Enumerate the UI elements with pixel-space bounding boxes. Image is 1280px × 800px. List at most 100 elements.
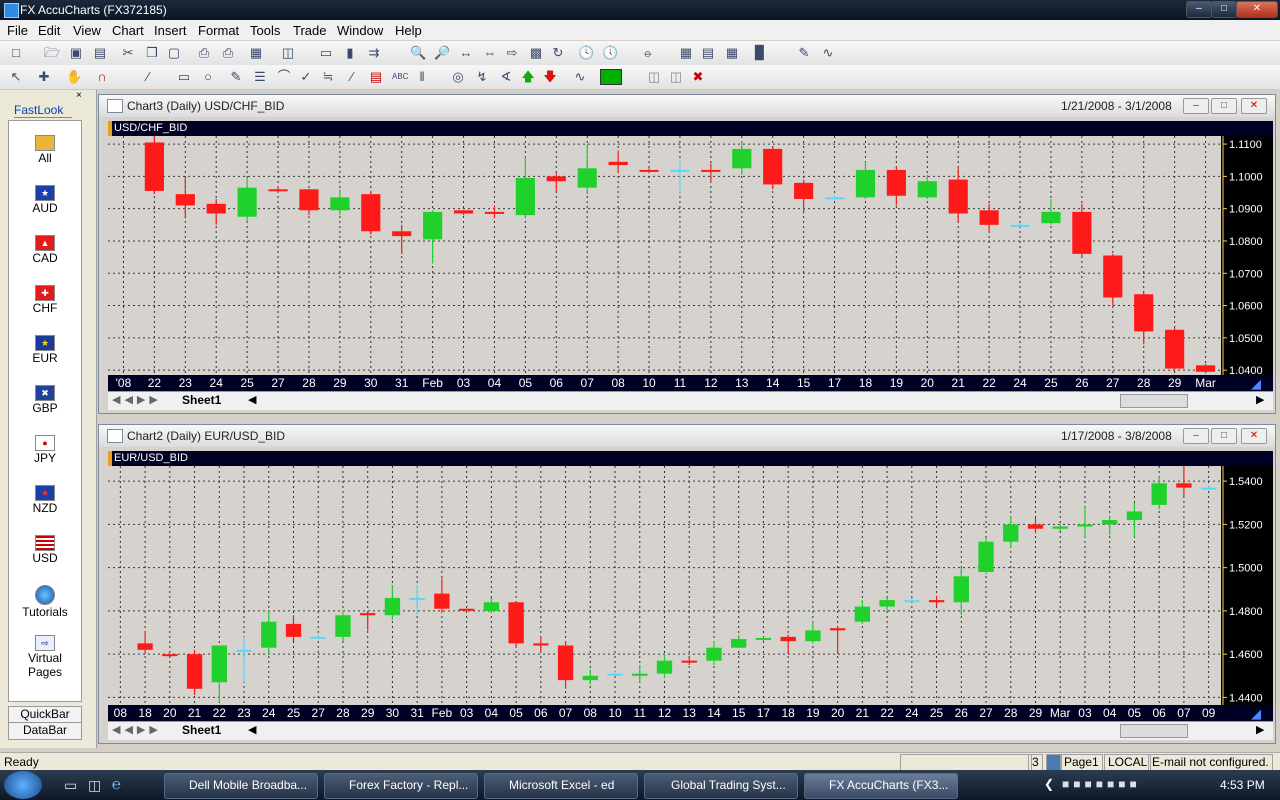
- show-desktop-icon[interactable]: ▭: [64, 777, 77, 794]
- chart-restore-button[interactable]: □: [1211, 98, 1237, 114]
- fastlook-item-tutorials[interactable]: Tutorials: [9, 585, 81, 619]
- export-icon[interactable]: ⇉: [366, 45, 382, 61]
- task-dell-broadband[interactable]: Dell Mobile Broadba...: [164, 773, 318, 799]
- fibonacci-icon[interactable]: ☰: [252, 69, 268, 85]
- grid-icon[interactable]: ▦: [678, 45, 694, 61]
- zoom-in-icon[interactable]: 🔍: [410, 45, 426, 61]
- timeframe-icon[interactable]: 🕔: [602, 45, 618, 61]
- task-excel[interactable]: Microsoft Excel - ed: [484, 773, 638, 799]
- pen-icon[interactable]: ✎: [228, 69, 244, 85]
- levels-icon[interactable]: ▤: [368, 69, 384, 85]
- fastlook-item-eur[interactable]: ★ EUR: [9, 335, 81, 365]
- price-chart-usdchf[interactable]: 1.1100 1.1000 1.0900 1.0800 1.0700 1.0600 1.05…: [108, 136, 1273, 375]
- ellipse-icon[interactable]: ○: [200, 69, 216, 85]
- hscroll-left-icon[interactable]: ◀: [248, 723, 256, 736]
- alert-icon[interactable]: ✎: [796, 45, 812, 61]
- clock-icon[interactable]: 🕓: [578, 45, 594, 61]
- new-window-icon[interactable]: ▭: [318, 45, 334, 61]
- menu-tools[interactable]: Tools: [250, 23, 280, 38]
- expand-icon[interactable]: ⇔: [482, 45, 498, 61]
- save-all-icon[interactable]: ▤: [92, 45, 108, 61]
- line-tool-icon[interactable]: ∕: [140, 69, 156, 85]
- up-arrow-icon[interactable]: 🡅: [520, 69, 536, 85]
- hscroll-left-icon[interactable]: ◀: [248, 393, 256, 406]
- fastlook-item-gbp[interactable]: ✖ GBP: [9, 385, 81, 415]
- fastlook-item-usd[interactable]: USD: [9, 535, 81, 565]
- chart-close-button[interactable]: ✕: [1241, 98, 1267, 114]
- hscroll-thumb[interactable]: [1120, 394, 1188, 408]
- fan-icon[interactable]: ✓: [298, 69, 314, 85]
- minimize-button[interactable]: –: [1186, 1, 1212, 18]
- open-folder-icon[interactable]: 🗁: [44, 45, 60, 61]
- print-preview-icon[interactable]: ⎙: [220, 45, 236, 61]
- copy-icon[interactable]: ❐: [144, 45, 160, 61]
- bring-front-icon[interactable]: ◫: [646, 69, 662, 85]
- close-window-icon[interactable]: ▮: [342, 45, 358, 61]
- sheet-nav-arrows-icon[interactable]: ◀◀▶▶: [112, 393, 162, 406]
- save-icon[interactable]: ▣: [68, 45, 84, 61]
- fastlook-item-chf[interactable]: ✚ CHF: [9, 285, 81, 315]
- tray-expand-icon[interactable]: ❮: [1044, 777, 1054, 791]
- delete-drawings-icon[interactable]: ✖: [690, 69, 706, 85]
- table-icon[interactable]: ▤: [700, 45, 716, 61]
- close-button[interactable]: ✕: [1236, 1, 1278, 18]
- task-forex-factory[interactable]: Forex Factory - Repl...: [324, 773, 478, 799]
- panel-close-icon[interactable]: ×: [76, 90, 82, 101]
- fit-width-icon[interactable]: ↔: [458, 45, 474, 61]
- sheet-tab[interactable]: Sheet1: [182, 393, 221, 407]
- menu-format[interactable]: Format: [198, 23, 239, 38]
- crosshair-icon[interactable]: ✚: [36, 69, 52, 85]
- new-file-icon[interactable]: □: [8, 45, 24, 61]
- task-fx-accucharts[interactable]: FX AccuCharts (FX3...: [804, 773, 958, 799]
- cut-icon[interactable]: ✂: [120, 45, 136, 61]
- hand-icon[interactable]: ✋: [66, 69, 82, 85]
- menu-chart[interactable]: Chart: [112, 23, 144, 38]
- measure-icon[interactable]: ∢: [498, 69, 514, 85]
- parallel-lines-icon[interactable]: ∕: [344, 69, 360, 85]
- cycle-icon[interactable]: ↯: [474, 69, 490, 85]
- hscroll-right-icon[interactable]: ▶: [1256, 723, 1264, 736]
- sheet-nav-arrows-icon[interactable]: ◀◀▶▶: [112, 723, 162, 736]
- chart-close-button[interactable]: ✕: [1241, 428, 1267, 444]
- fastlook-item-aud[interactable]: ★ AUD: [9, 185, 81, 215]
- chart-restore-button[interactable]: □: [1211, 428, 1237, 444]
- menu-help[interactable]: Help: [395, 23, 422, 38]
- menu-view[interactable]: View: [73, 23, 101, 38]
- menu-edit[interactable]: Edit: [38, 23, 60, 38]
- hscroll-right-icon[interactable]: ▶: [1256, 393, 1264, 406]
- magnet-icon[interactable]: ∩: [94, 69, 110, 85]
- indicator-icon[interactable]: ∿: [572, 69, 588, 85]
- chart-minimize-button[interactable]: –: [1183, 98, 1209, 114]
- menu-insert[interactable]: Insert: [154, 23, 187, 38]
- fastlook-item-all[interactable]: All: [9, 135, 81, 165]
- fastlook-item-virtual-pages[interactable]: ⇨ Virtual Pages: [9, 635, 81, 679]
- fastlook-tab[interactable]: FastLook: [14, 103, 72, 118]
- databar-tab[interactable]: DataBar: [8, 722, 82, 740]
- ie-launch-icon[interactable]: ℮: [112, 776, 121, 793]
- fastlook-item-nzd[interactable]: ★ NZD: [9, 485, 81, 515]
- fastlook-item-jpy[interactable]: ● JPY: [9, 435, 81, 465]
- spreadsheet-icon[interactable]: ▦: [724, 45, 740, 61]
- menu-file[interactable]: File: [7, 23, 28, 38]
- start-button[interactable]: [4, 771, 42, 799]
- vertical-lines-icon[interactable]: ‖: [414, 69, 430, 85]
- system-tray-icons[interactable]: ■■■■■■■: [1062, 777, 1141, 791]
- rectangle-icon[interactable]: ▭: [176, 69, 192, 85]
- hscroll-thumb[interactable]: [1120, 724, 1188, 738]
- bar-type-icon[interactable]: ▉: [752, 45, 768, 61]
- task-global-trading[interactable]: Global Trading Syst...: [644, 773, 798, 799]
- properties-icon[interactable]: ▦: [248, 45, 264, 61]
- arc-icon[interactable]: ⌒: [276, 69, 292, 85]
- pointer-icon[interactable]: ↖: [8, 69, 24, 85]
- refresh-icon[interactable]: ↻: [550, 45, 566, 61]
- print-icon[interactable]: ⎙: [196, 45, 212, 61]
- text-tool-icon[interactable]: ABC: [392, 69, 408, 85]
- switch-windows-icon[interactable]: ◫: [88, 777, 101, 794]
- down-arrow-icon[interactable]: 🡇: [542, 69, 558, 85]
- sheet-tab[interactable]: Sheet1: [182, 723, 221, 737]
- send-back-icon[interactable]: ◫: [668, 69, 684, 85]
- scroll-right-icon[interactable]: ⇨: [504, 45, 520, 61]
- zoom-out-icon[interactable]: 🔎: [434, 45, 450, 61]
- help-wheel-icon[interactable]: ⦵: [640, 45, 656, 61]
- paste-icon[interactable]: ▢: [166, 45, 182, 61]
